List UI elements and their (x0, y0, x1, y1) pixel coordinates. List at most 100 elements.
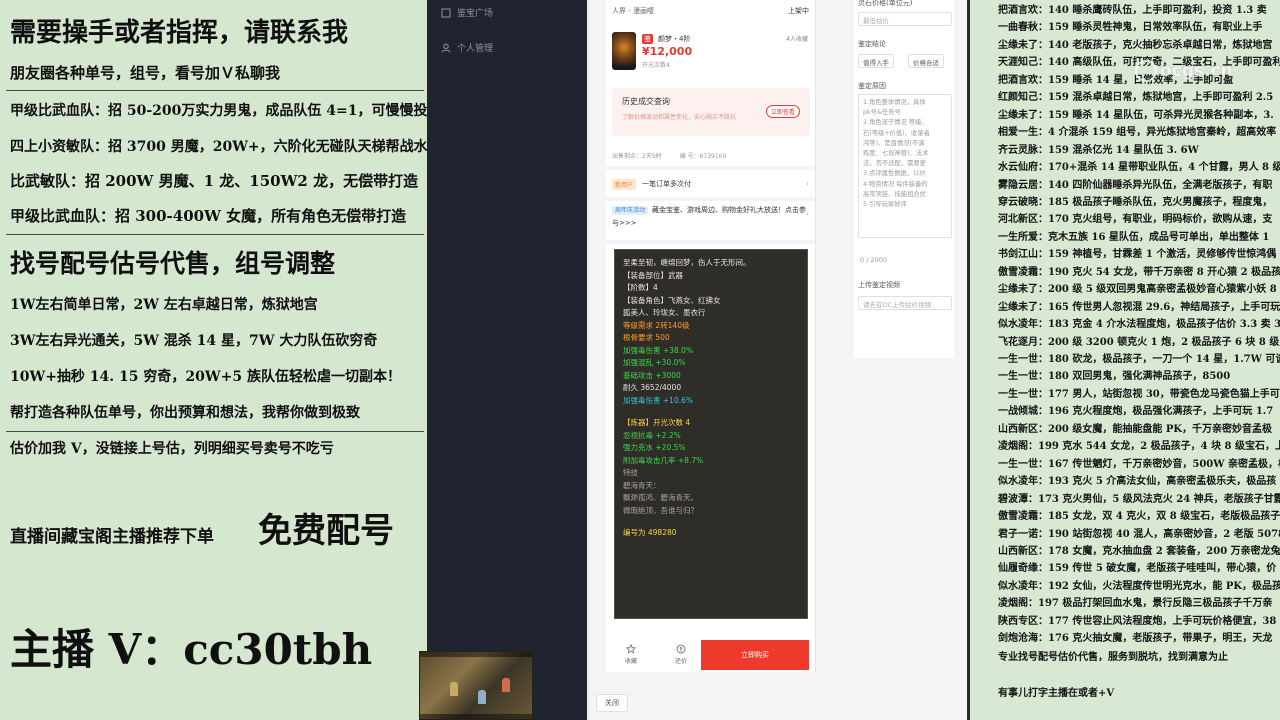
history-title: 历史成交查询 (622, 97, 670, 106)
item-image[interactable] (612, 32, 636, 70)
counter-offer-button[interactable]: 还价 (656, 644, 706, 665)
char-counter: 0 / 2000 (860, 256, 887, 264)
list-item: 一曲春秋：159 睡杀灵牲神鬼，日常效率队伍，有职业上手 (998, 22, 1263, 34)
reason-guide-line: 4.物资情况 每件装备的 (863, 180, 928, 188)
sidebar-item-label: 鉴宝广场 (457, 9, 494, 19)
list-item: 齐云灵脉：159 混杀亿光 14 星队伍 3. 6W (998, 144, 1199, 156)
option-fair-price[interactable]: 价格合适 (908, 54, 944, 68)
reason-textarea[interactable]: 1.角色整体情况，具体 pk号&任务号 2.角色宠子情况 等级、 石(等级+价值)、收… (858, 94, 952, 238)
card-line: 微瑕绝顶、吾谁与归？ (623, 505, 698, 515)
list-item: 尘缘未了：159 睡杀 14 星队伍，可杀异光灵猴各种副本，3. (998, 109, 1274, 121)
list-item: 似水凌年：183 克金 4 介水法程度炮，极品孩子估价 3.3 卖 3 (998, 319, 1280, 331)
list-item: 把酒言欢：140 睡杀鹰砖队伍，上手即可盈利，投资 1.3 卖 (998, 5, 1267, 16)
ad-line: 3W左右异光通关，5W 混杀 14 星，7W 大力队伍砍穷奇 (10, 333, 378, 349)
history-desc: 了解价格波动和属性变化，安心购买不踩坑 (622, 114, 737, 121)
app-sidebar: 鉴宝广场 个人管理 (427, 0, 587, 720)
item-price: ¥12,000 (642, 45, 693, 58)
list-item: 傲雪凌霜：190 克火 54 女龙，带千万亲密 8 开心猿 2 极品孩子 (998, 266, 1280, 278)
card-line: 等级需求 2转140级 (623, 320, 690, 330)
divider (6, 431, 424, 432)
appraisal-badge: 鉴 (642, 34, 653, 44)
list-item: 一生一世：180 双回男鬼，强化满神品孩子，8500 (998, 371, 1231, 383)
list-item: 穿云破晓：185 极品孩子睡杀队伍，克火男魔孩子，程度鬼， (998, 196, 1273, 208)
view-history-button[interactable]: 立即查看 (765, 105, 800, 118)
card-line: 【装备角色】飞燕女、红拂女 (623, 295, 721, 305)
card-line: 【装备部位】武器 (623, 270, 683, 280)
promo-installment[interactable]: 新用户 一笔订单多次付 › (612, 175, 809, 193)
card-line: 飘渺孤鸿、碧海青天。 (623, 493, 698, 502)
card-line: 碧海青天： (623, 480, 661, 490)
bottom-action-bar: 收藏 还价 立即购买 (606, 636, 815, 672)
video-label: 上传鉴定视频 (858, 281, 900, 289)
list-item: 山西新区：178 女魔，克水抽血盘 2 套装备，200 万亲密龙兔 (998, 545, 1280, 557)
favorite-count: 4人收藏 (786, 36, 808, 43)
close-button[interactable]: 关闭 (596, 694, 628, 712)
product-summary: 鉴 颜梦・4阶 ¥12,000 开光次数4 4人收藏 (612, 32, 810, 76)
promo-tag: 周年庆活动 (612, 206, 649, 215)
card-line: 强力克水 +20.5% (623, 443, 686, 452)
card-line: 基础攻击 +3000 (623, 370, 681, 380)
list-item: 一战倾城：196 克火程度炮，极品强化满孩子，上手可玩 1.7 (998, 406, 1274, 418)
item-detail-view: 人界 - 漫画嘤 上架中 鉴 颜梦・4阶 ¥12,000 开光次数4 4人收藏 … (606, 0, 816, 672)
history-query-card: 历史成交查询 了解价格波动和属性变化，安心购买不踩坑 立即查看 (612, 88, 810, 136)
buy-now-button[interactable]: 立即购买 (701, 640, 809, 670)
sidebar-item-appraisal-square[interactable]: 鉴宝广场 (441, 6, 493, 19)
watermark-logo-icon (1135, 60, 1157, 82)
list-item: 飞花逐月：200 级 3200 顿克火 1 炮，2 极品孩子 6 块 8 级宝石 (998, 336, 1280, 348)
promo-tag: 新用户 (612, 178, 637, 190)
option-worth-buying[interactable]: 值得入手 (858, 54, 894, 68)
favorite-button[interactable]: 收藏 (606, 643, 656, 665)
chevron-right-icon: › (806, 180, 809, 188)
list-item: 君子一诺：190 站街忽视 40 混人，高亲密妙音，2 老版 5078 (998, 528, 1280, 540)
list-item: 一生一世：167 传世魍灯，千万亲密妙音，500W 亲密孟极，极 (998, 458, 1280, 470)
list-item: 似水凌年：193 克火 5 介高法女仙，高亲密孟极乐夫，极品孩 (998, 476, 1277, 488)
list-item: 河北新区：170 克火组号，有职业，明码标价，欲购从速，支 (998, 214, 1273, 226)
list-item: 一生一世：180 砍龙，极品孩子，一刀一个 14 星，1.7W 可谈 (998, 354, 1280, 365)
appraisal-window: 人界 - 漫画嘤 上架中 鉴 颜梦・4阶 ¥12,000 开光次数4 4人收藏 … (590, 0, 967, 720)
list-item: 一生一世：177 男人，站街忽视 30，带瓷色龙马瓷色猫上手可 (998, 388, 1280, 400)
item-name: 颜梦・4阶 (658, 35, 691, 43)
ad-highlight: 免费配号 (258, 511, 394, 551)
ad-line: 甲级比武血队：招 50-200万实力男鬼，成品队伍 4=1，可慢慢投资 (10, 103, 427, 119)
card-line: 狐美人、玲珑女、墨衣行 (623, 308, 706, 317)
card-line: 加强毒伤害 +10.6% (623, 395, 693, 405)
card-line: 忽视抗毒 +2.2% (623, 430, 681, 440)
conclusion-label: 鉴定结论 (858, 40, 886, 48)
left-ad-panel: 需要操手或者指挥，请联系我 朋友圈各种单号，组号，看号加Ｖ私聊我 甲级比武血队：… (0, 0, 427, 720)
ad-line: 10W+抽秒 14. 15 穷奇，20W+5 族队伍轻松虐一切副本！ (10, 369, 401, 385)
reason-guide-line: 练度、七段神兽)、法术 (863, 150, 929, 158)
list-footer: 专业找号配号估价代售，服务到脱坑，找到满意为止 (998, 652, 1228, 663)
chevron-right-icon: › (806, 210, 809, 218)
star-icon (626, 643, 636, 654)
right-account-list: 把酒言欢：140 睡杀鹰砖队伍，上手即可盈利，投资 1.3 卖一曲春秋：159 … (967, 0, 1280, 720)
card-line: 根骨要求 500 (623, 333, 670, 342)
card-line: 加强毒伤害 +38.0% (623, 345, 693, 355)
list-item: 陕西专区：177 传世容止风法程度炮，上手可玩价格便宜，38 (998, 615, 1277, 627)
sidebar-item-personal[interactable]: 个人管理 (441, 41, 493, 54)
ad-line: 直播间藏宝阁主播推荐下单 (10, 527, 214, 547)
list-item: 仙履奇缘：159 传世 5 破女魔，老版孩子哇哇叫，带心猿，价 (998, 563, 1277, 575)
card-line: 耐久 3652/4000 (623, 383, 682, 392)
divider (6, 90, 424, 91)
reason-guide-line: 石(等级+价值)、收录者 (863, 129, 930, 137)
reason-guide-line: 3.点评属性数据，以炒 (863, 170, 926, 178)
promo-text: 一笔订单多次付 (642, 180, 692, 188)
reason-label: 鉴定原因 (858, 82, 886, 90)
promo-anniversary[interactable]: 周年庆活动 藏金宝鉴、游戏周边、购物金好礼大放送！点击参与>>> › (612, 204, 809, 229)
ad-line: 四上小资敏队：招 3700 男魔，20W+，六阶化无碰队天梯帮战水陆 4 等 1 (10, 139, 427, 155)
list-item: 傲雪凌霜：185 女龙，双 4 克火，双 8 级宝石，老版极品孩子 (998, 511, 1280, 523)
list-item: 相爱一生：4 介混杀 159 组号，异光炼狱地宫秦岭，超高效率 (998, 127, 1277, 139)
video-upload-input[interactable]: 请先在OC上传估价视频 (858, 296, 952, 310)
coin-icon (676, 644, 686, 653)
list-item: 似水凌年：192 女仙，火法程度传世明光克水，能 PK，极品孩 (998, 580, 1280, 592)
item-attributes-card: 至柔至韧，缠绵回梦，伤人于无形间。 【装备部位】武器 【阶数】4 【装备角色】飞燕女、… (614, 249, 808, 619)
min-estimate-input[interactable]: 最低估价 (858, 12, 952, 26)
listing-status: 上架中 (788, 7, 809, 15)
list-item: 凌烟阁：199 克水 544 女龙，2 极品孩子，4 块 8 级宝石，上 (998, 441, 1280, 453)
listing-meta: 出售剩余：2天9时 编 号：6739169 (612, 151, 809, 160)
list-item: 尘缘未了：200 级 5 级双回男鬼高亲密孟极妙音心猿紫小妖 8 (998, 284, 1277, 296)
server-name: 人界 - 漫画嘤 (612, 7, 654, 15)
list-item: 剑炮沧海：176 克火抽女魔，老版孩子，带果子，明王，天龙 (998, 633, 1273, 645)
reason-guide-line: 2.角色宠子情况 等级、 (863, 119, 928, 127)
ad-heading: 找号配号估号代售，组号调整 (10, 249, 336, 278)
